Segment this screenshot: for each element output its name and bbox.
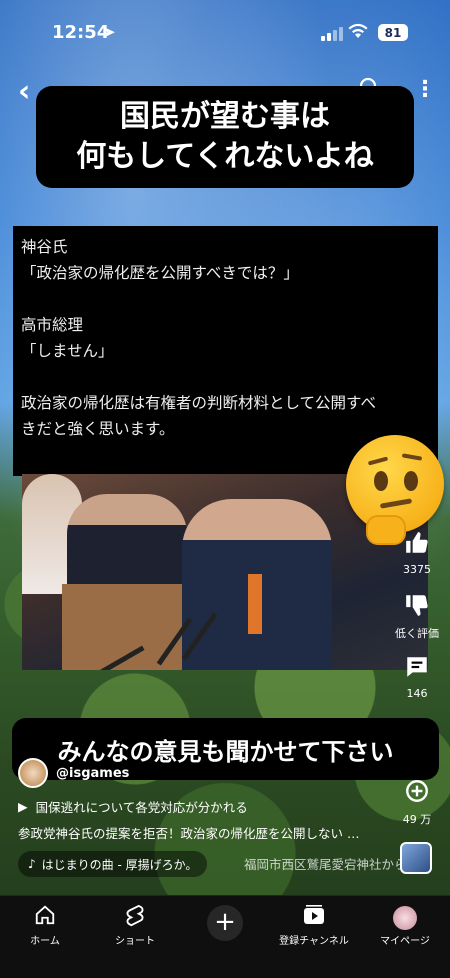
text-line: 高市総理 [21, 316, 84, 334]
thumbs-down-icon [394, 592, 440, 625]
mypage-avatar [393, 906, 417, 930]
music-thumbnail[interactable] [400, 842, 432, 874]
remix-count: 49 万 [402, 813, 432, 826]
like-count: 3375 [403, 563, 431, 576]
music-chip[interactable]: ♪ はじまりの曲 - 厚揚げろか。 [18, 851, 208, 877]
video-tie [248, 574, 262, 634]
nav-shorts[interactable]: ショート [95, 904, 175, 947]
play-icon: ▶ [18, 799, 28, 814]
shorts-icon [95, 904, 175, 932]
cellular-signal-icon [321, 27, 343, 41]
text-line: 政治家の帰化歴は有権者の判断材料として公開すべ [21, 394, 376, 412]
text-line: きだと強く思います。 [21, 420, 175, 438]
create-button[interactable]: + [207, 905, 243, 941]
like-button[interactable]: 3375 [394, 530, 440, 576]
nav-subscriptions[interactable]: 登録チャンネル [274, 904, 354, 947]
back-arrow-icon[interactable]: ‹ [18, 74, 30, 109]
comments-count: 146 [406, 687, 428, 700]
comment-icon [394, 654, 440, 687]
title-line-2: 何もしてくれないよね [76, 139, 374, 174]
title-line-1: 国民が望む事は [119, 99, 330, 134]
text-line [21, 286, 430, 312]
bottom-nav: ホーム ショート + 登録チャンネル マイページ [0, 895, 450, 978]
nav-mypage-label: マイページ [380, 936, 430, 947]
remix-icon [394, 778, 440, 811]
text-line: 「政治家の帰化歴を公開すべきでは？」 [21, 264, 299, 282]
comments-button[interactable]: 146 [394, 654, 440, 700]
nav-mypage[interactable]: マイページ [365, 904, 445, 947]
playlist-title[interactable]: 国保逃れについて各党対応が分かれる [36, 797, 248, 816]
text-line [21, 364, 430, 390]
music-note-icon: ♪ [28, 857, 36, 871]
channel-handle[interactable]: @isgames [56, 766, 129, 781]
text-line: 神谷氏 [21, 238, 68, 256]
dislike-button[interactable]: 低く評価 [394, 592, 440, 641]
status-time: 12:54 [52, 22, 110, 43]
title-banner: 国民が望む事は 何もしてくれないよね [36, 86, 414, 188]
channel-avatar[interactable] [18, 758, 48, 788]
nav-home[interactable]: ホーム [5, 904, 85, 947]
channel-info[interactable]: @isgames [18, 758, 129, 788]
video-description[interactable]: 参政党神谷氏の提案を拒否！政治家の帰化歴を公開しない … [18, 823, 388, 842]
dislike-label: 低く評価 [395, 627, 439, 640]
music-label: はじまりの曲 - 厚揚げろか。 [41, 857, 198, 872]
text-line: 「しません」 [21, 342, 114, 360]
wifi-icon [347, 23, 369, 43]
nav-home-label: ホーム [30, 936, 60, 947]
plus-icon: + [214, 907, 236, 937]
remix-button[interactable]: 49 万 [394, 778, 440, 827]
battery-indicator: 81 [378, 24, 408, 41]
subscriptions-icon [274, 904, 354, 932]
thinking-face-emoji [346, 435, 444, 545]
nav-subscriptions-label: 登録チャンネル [279, 936, 349, 947]
nav-shorts-label: ショート [115, 936, 155, 947]
playlist-link[interactable]: ▶ 国保逃れについて各党対応が分かれる [18, 797, 248, 816]
thumbs-up-icon [394, 530, 440, 563]
location-arrow-icon: ➤ [103, 23, 116, 41]
status-bar: 12:54 ➤ 81 [0, 0, 450, 60]
more-vertical-icon[interactable]: ⋮ [414, 77, 436, 102]
home-icon [5, 904, 85, 932]
